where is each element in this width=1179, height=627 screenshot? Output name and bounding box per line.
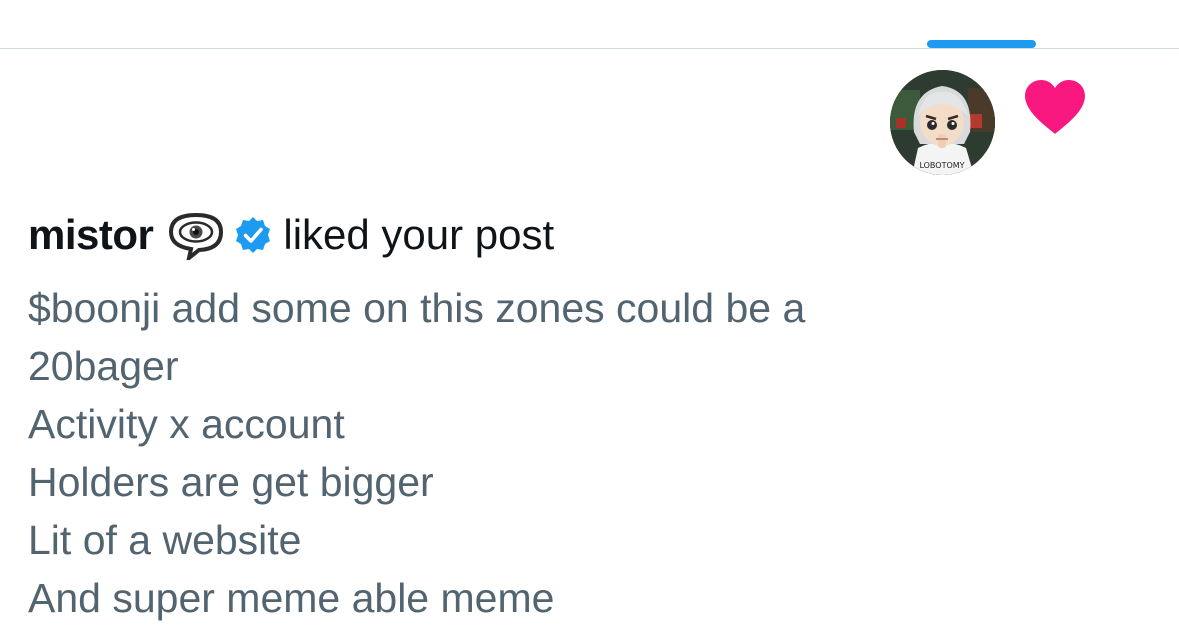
post-line: Lit of a website [28, 517, 302, 563]
post-line: And super meme able meme [28, 575, 555, 621]
notification-header: mistor liked your post [28, 208, 555, 264]
heart-icon [1022, 78, 1088, 136]
top-divider [0, 48, 1179, 49]
notification-action-text: liked your post [283, 211, 555, 258]
verified-badge-icon [233, 215, 273, 255]
avatar[interactable]: LOBOTOMY [890, 70, 995, 175]
eye-in-speech-bubble-icon [167, 210, 225, 264]
post-line: 20bager [28, 343, 179, 389]
avatar-image: LOBOTOMY [890, 70, 995, 175]
post-line: Activity x account [28, 401, 345, 447]
svg-text:LOBOTOMY: LOBOTOMY [919, 161, 964, 170]
post-line: Holders are get bigger [28, 459, 434, 505]
user-name-link[interactable]: mistor [28, 211, 154, 259]
active-tab-indicator [927, 40, 1036, 48]
post-body[interactable]: $boonji add some on this zones could be … [28, 279, 928, 627]
post-line: $boonji add some on this zones could be … [28, 285, 806, 331]
